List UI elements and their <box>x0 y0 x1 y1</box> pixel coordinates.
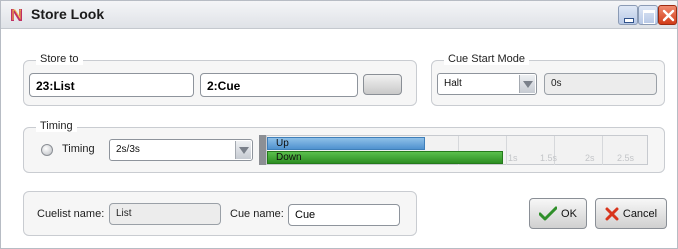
cue-name-label: Cue name: <box>230 208 284 220</box>
timeline-tick-label: 1.5s <box>540 153 558 163</box>
cue-start-mode-select[interactable]: Halt <box>437 73 537 95</box>
timing-radio[interactable] <box>41 144 53 156</box>
cuelist-name-field: List <box>109 203 221 225</box>
timeline-tick-label: 1s <box>508 153 518 163</box>
cue-target-field[interactable]: 2:Cue <box>200 73 358 97</box>
timing-label: Timing <box>36 120 77 132</box>
minimize-button[interactable] <box>618 5 638 25</box>
timing-track-handle[interactable] <box>259 135 266 165</box>
store-look-dialog: Store Look Store to 23:List 2:Cue Cue St… <box>0 0 678 249</box>
cancel-button[interactable]: Cancel <box>595 198 667 229</box>
close-icon <box>662 9 675 22</box>
checkmark-icon <box>539 206 558 220</box>
cue-name-field[interactable]: Cue <box>288 204 400 226</box>
timeline-tick <box>602 136 603 165</box>
timing-down-bar[interactable]: Down <box>267 151 503 164</box>
timing-down-label: Down <box>276 152 302 163</box>
close-button[interactable] <box>658 5 677 25</box>
timing-radio-label: Timing <box>62 143 95 155</box>
cancel-button-label: Cancel <box>622 207 658 220</box>
window-title: Store Look <box>31 6 105 22</box>
cue-start-mode-label: Cue Start Mode <box>444 53 530 65</box>
cancel-x-icon <box>605 207 619 220</box>
title-bar: Store Look <box>1 1 677 29</box>
timing-select[interactable]: 2s/3s <box>109 139 253 161</box>
store-to-label: Store to <box>36 53 83 65</box>
cuelist-target-field[interactable]: 23:List <box>29 73 194 97</box>
cue-start-mode-value: Halt <box>444 78 462 89</box>
timing-value: 2s/3s <box>116 144 140 155</box>
store-target-picker-button[interactable] <box>363 74 402 95</box>
timeline-tick-label: 2.5s <box>617 153 635 163</box>
timing-timeline: Up Down 1s 1.5s 2s 2.5s <box>266 135 648 165</box>
ok-button-label: OK <box>561 207 577 220</box>
timeline-tick-label: 2s <box>585 153 595 163</box>
maximize-button[interactable] <box>638 5 658 25</box>
timing-up-label: Up <box>276 138 289 149</box>
app-logo-icon <box>11 9 22 21</box>
cue-start-time-field[interactable]: 0s <box>544 73 657 95</box>
timeline-tick <box>506 136 507 165</box>
ok-button[interactable]: OK <box>529 198 587 229</box>
chevron-down-icon <box>519 75 535 93</box>
timing-up-bar[interactable]: Up <box>267 137 425 150</box>
chevron-down-icon <box>235 141 251 159</box>
cuelist-name-label: Cuelist name: <box>37 208 105 220</box>
